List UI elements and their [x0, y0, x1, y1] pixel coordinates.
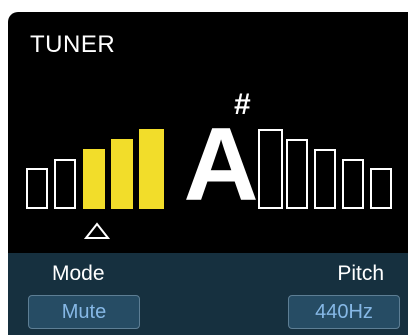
meter-segment-8 [286, 139, 308, 209]
meter-segment-2 [54, 159, 76, 209]
mode-label: Mode [52, 262, 105, 285]
meter-segment-4 [111, 139, 133, 209]
parameter-panel: Mode Pitch Mute 440Hz [8, 253, 408, 335]
meter-segment-11 [370, 168, 392, 209]
meter-segment-7 [258, 129, 283, 209]
pitch-value-button[interactable]: 440Hz [288, 295, 400, 329]
meter-segment-3 [83, 149, 105, 209]
meter-segment-9 [314, 149, 336, 209]
note-display: A [183, 107, 259, 223]
pitch-label: Pitch [337, 262, 384, 285]
meter-segment-5 [139, 129, 164, 209]
sharp-indicator: # [234, 88, 251, 121]
meter-segment-1 [26, 168, 48, 209]
tuner-screen: TUNER A # Mode Pitch Mute 440Hz [8, 12, 408, 335]
tuning-meter: A # [8, 12, 408, 257]
meter-segment-10 [342, 159, 364, 209]
mode-value-button[interactable]: Mute [28, 295, 140, 329]
pitch-pointer-icon [84, 222, 110, 239]
